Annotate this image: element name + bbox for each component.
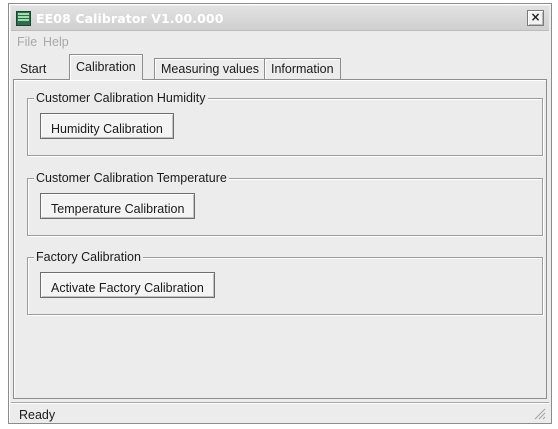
group-customer-temperature: Customer Calibration Temperature Tempera… [27,171,543,236]
resize-grip-icon[interactable] [533,407,546,420]
group-factory-calibration: Factory Calibration Activate Factory Cal… [27,250,543,315]
group-title-factory: Factory Calibration [34,250,143,264]
group-customer-humidity: Customer Calibration Humidity Humidity C… [27,91,543,156]
temperature-calibration-button[interactable]: Temperature Calibration [40,193,196,219]
status-text: Ready [19,408,56,422]
tab-strip: Start Calibration Measuring values Infor… [11,54,549,80]
group-title-humidity: Customer Calibration Humidity [34,91,208,105]
main-window: EE08 Calibrator V1.00.000 × File Help St… [8,3,552,424]
menu-file[interactable]: File [17,35,37,49]
menu-help[interactable]: Help [43,35,69,49]
close-button[interactable]: × [527,10,544,26]
activate-factory-calibration-button[interactable]: Activate Factory Calibration [40,272,215,298]
tab-measuring-values[interactable]: Measuring values [154,58,266,79]
group-title-temperature: Customer Calibration Temperature [34,171,229,185]
calibration-panel: Customer Calibration Humidity Humidity C… [13,79,547,399]
window-title: EE08 Calibrator V1.00.000 [36,11,224,26]
tab-start[interactable]: Start [13,58,54,79]
tab-calibration[interactable]: Calibration [69,54,143,80]
ee08-app-icon [16,11,31,26]
title-bar[interactable]: EE08 Calibrator V1.00.000 × [11,6,549,31]
humidity-calibration-button[interactable]: Humidity Calibration [40,113,174,139]
menu-bar: File Help [11,32,549,52]
status-bar: Ready [11,402,549,422]
tab-information[interactable]: Information [264,58,341,79]
close-icon: × [530,10,541,24]
